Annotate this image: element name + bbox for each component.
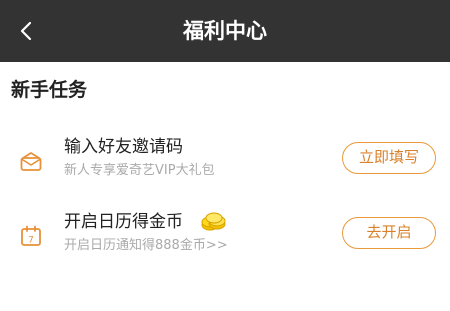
task-title: 输入好友邀请码 [64,137,183,157]
enable-button[interactable]: 去开启 [342,217,436,249]
page-title: 福利中心 [183,19,267,43]
top-navigation-bar: 福利中心 [0,0,450,62]
envelope-icon [20,152,42,171]
calendar-day-label: 7 [28,236,34,246]
back-button[interactable] [10,15,42,47]
fill-in-now-button[interactable]: 立即填写 [342,142,436,174]
calendar-icon: 7 [21,225,41,246]
task-title: 开启日历得金币 [64,212,183,232]
task-subtitle: 新人专享爱奇艺VIP大礼包 [64,163,215,178]
task-item-enable-calendar: 7 开启日历得金币 开启日历通知得888金币>> 去开启 [0,203,450,263]
task-item-invite-code: 输入好友邀请码 新人专享爱奇艺VIP大礼包 立即填写 [0,128,450,188]
chevron-left-icon [20,21,32,41]
task-subtitle: 开启日历通知得888金币>> [64,238,228,253]
coin-stack-icon [201,212,226,231]
section-title: 新手任务 [11,79,88,101]
